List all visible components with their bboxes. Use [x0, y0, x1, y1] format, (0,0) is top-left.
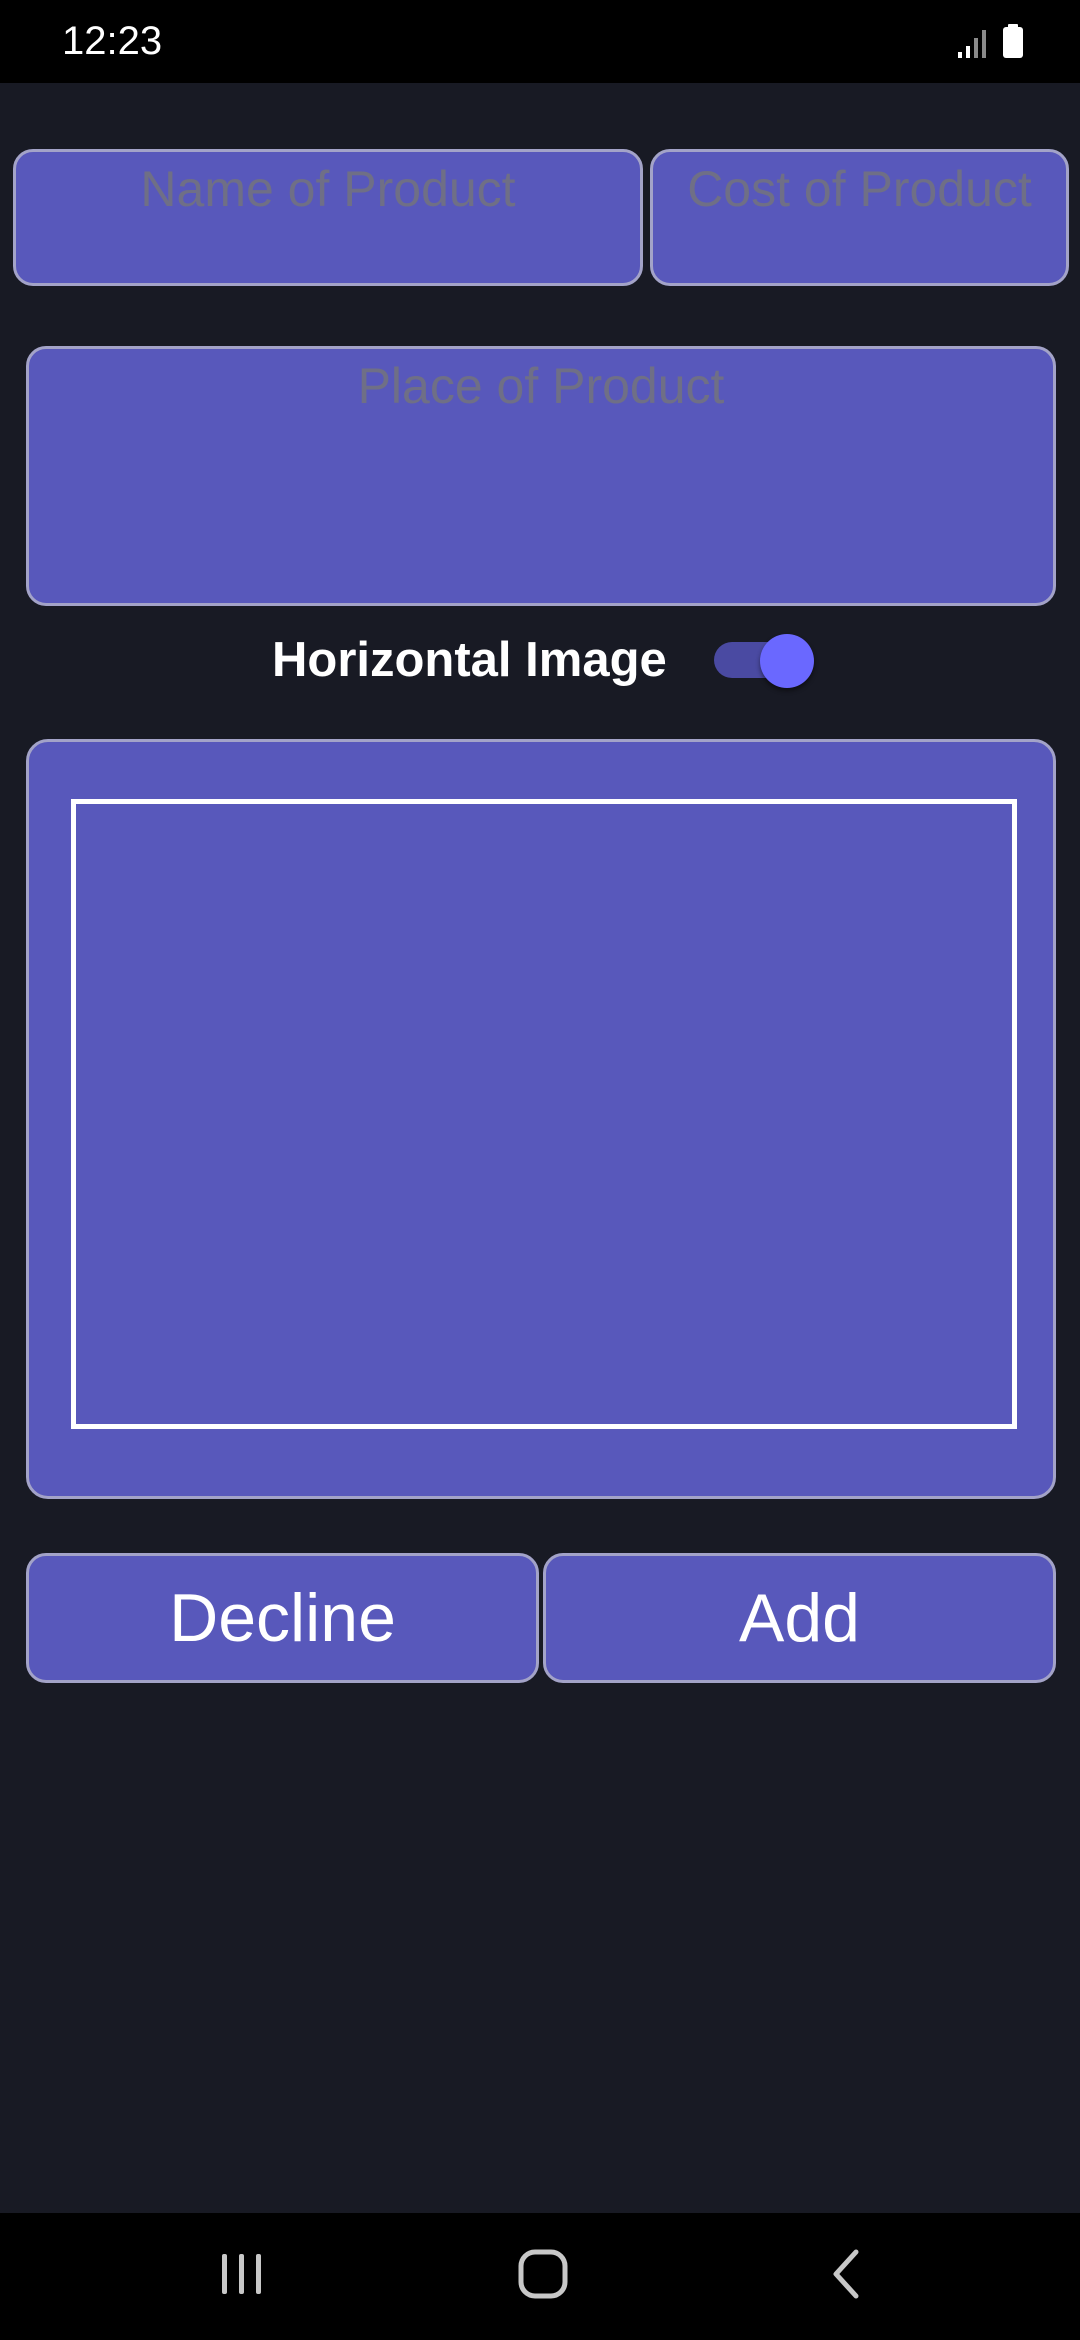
back-icon [828, 2248, 864, 2305]
toggle-thumb [760, 634, 814, 688]
back-button[interactable] [746, 2213, 946, 2340]
screen: 12:23 Name of Product Cost of Product Pl… [0, 0, 1080, 2340]
navigation-bar [0, 2213, 1080, 2340]
battery-icon [1002, 24, 1024, 58]
image-frame[interactable] [71, 799, 1017, 1429]
horizontal-image-toggle[interactable] [714, 632, 814, 690]
home-icon [517, 2248, 569, 2305]
home-button[interactable] [443, 2213, 643, 2340]
status-icons [958, 24, 1024, 58]
recents-icon [218, 2252, 266, 2301]
add-button[interactable]: Add [543, 1553, 1056, 1683]
place-of-product-input[interactable]: Place of Product [26, 346, 1056, 606]
image-panel[interactable] [26, 739, 1056, 1499]
recents-button[interactable] [142, 2213, 342, 2340]
horizontal-image-label: Horizontal Image [272, 633, 667, 687]
cost-of-product-input[interactable]: Cost of Product [650, 149, 1069, 286]
status-bar: 12:23 [0, 0, 1080, 83]
decline-button[interactable]: Decline [26, 1553, 539, 1683]
status-time: 12:23 [62, 19, 163, 63]
name-of-product-input[interactable]: Name of Product [13, 149, 643, 286]
signal-icon [958, 28, 988, 58]
